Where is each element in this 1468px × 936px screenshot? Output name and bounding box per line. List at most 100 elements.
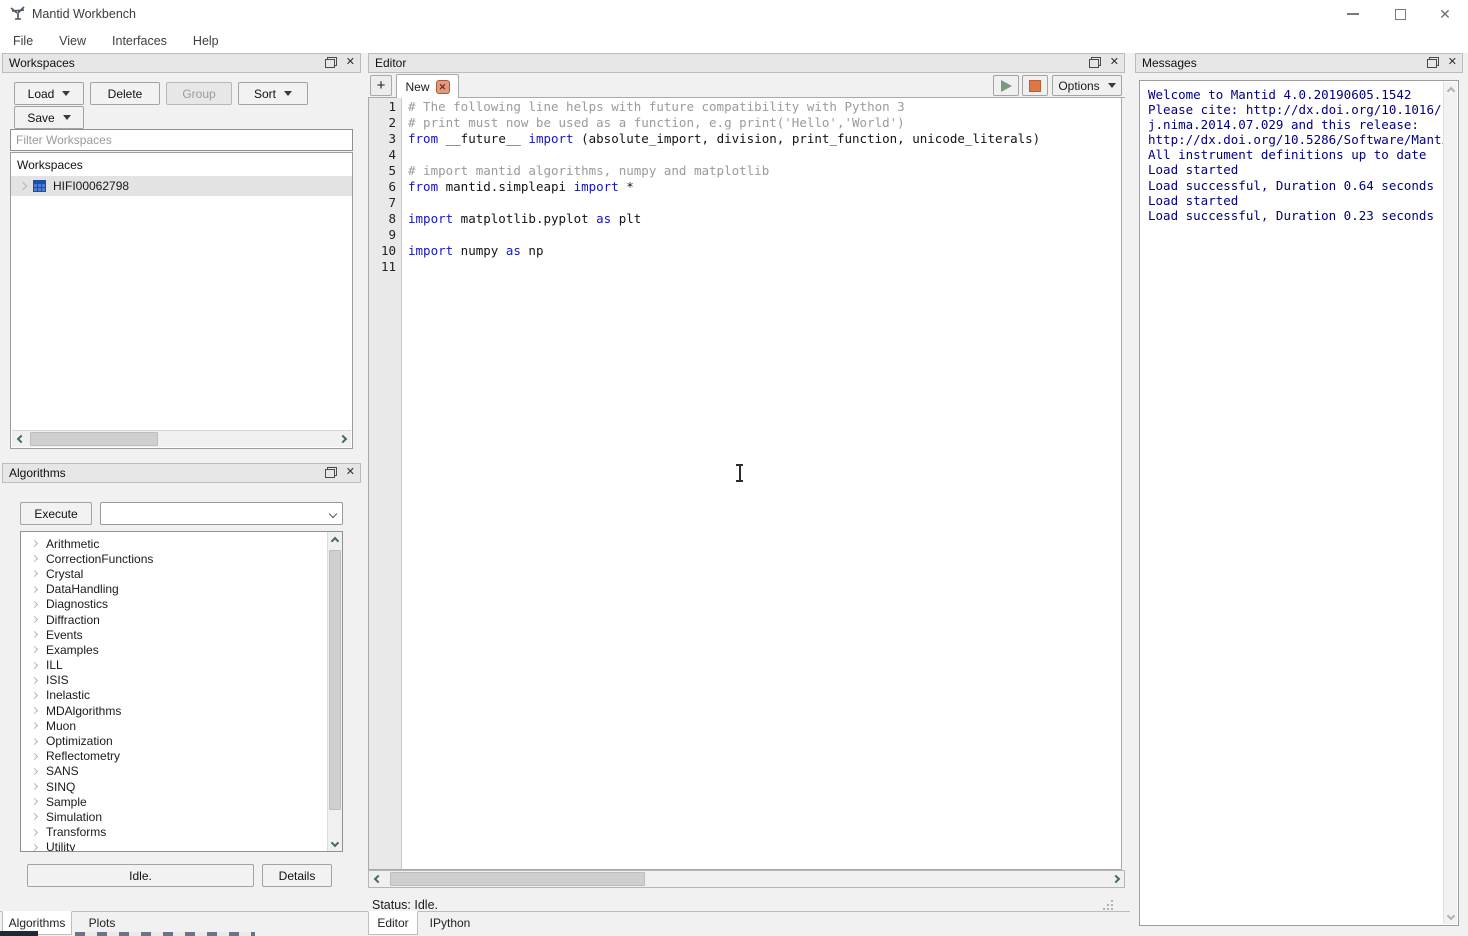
expand-chevron-icon[interactable] (31, 662, 38, 669)
stop-button[interactable] (1022, 75, 1048, 96)
menu-help[interactable]: Help (193, 34, 219, 48)
expand-chevron-icon[interactable] (31, 692, 38, 699)
scrollbar-track[interactable] (29, 431, 334, 448)
algorithm-category-crystal[interactable]: Crystal (21, 566, 342, 581)
float-panel-icon[interactable] (325, 57, 337, 68)
scrollbar-track[interactable] (386, 871, 1107, 888)
algorithm-category-arithmetic[interactable]: Arithmetic (21, 536, 342, 551)
mantid-workbench-window: Mantid Workbench ✕ FileViewInterfacesHel… (0, 0, 1468, 936)
new-tab-button[interactable]: + (370, 75, 392, 96)
expand-chevron-icon[interactable] (31, 829, 38, 836)
expand-chevron-icon[interactable] (31, 586, 38, 593)
algorithms-vertical-scrollbar[interactable] (327, 532, 342, 851)
algorithm-category-sinq[interactable]: SINQ (21, 779, 342, 794)
scroll-right-button[interactable] (1107, 871, 1124, 888)
expand-chevron-icon[interactable] (31, 737, 38, 744)
code-pane[interactable]: # The following line helps with future c… (408, 98, 1121, 869)
algorithm-category-ill[interactable]: ILL (21, 658, 342, 673)
float-panel-icon[interactable] (1089, 57, 1101, 68)
messages-vertical-scrollbar[interactable] (1443, 82, 1457, 924)
expand-chevron-icon[interactable] (31, 631, 38, 638)
tab-new-script[interactable]: New ✕ (396, 74, 459, 99)
close-button[interactable]: ✕ (1429, 3, 1461, 25)
scrollbar-thumb[interactable] (390, 872, 645, 886)
minimize-button[interactable] (1337, 3, 1369, 25)
algorithm-category-reflectometry[interactable]: Reflectometry (21, 749, 342, 764)
algorithm-search-combobox[interactable] (100, 502, 343, 525)
algorithm-category-correctionfunctions[interactable]: CorrectionFunctions (21, 551, 342, 566)
maximize-button[interactable] (1384, 3, 1416, 25)
expand-chevron-icon[interactable] (31, 753, 38, 760)
code-editor[interactable]: 1234567891011 # The following line helps… (368, 98, 1122, 870)
algorithm-category-simulation[interactable]: Simulation (21, 809, 342, 824)
scroll-right-button[interactable] (334, 431, 351, 448)
options-button[interactable]: Options (1052, 75, 1122, 96)
expand-chevron-icon[interactable] (31, 722, 38, 729)
expand-chevron-icon[interactable] (31, 768, 38, 775)
close-panel-icon[interactable]: ✕ (1110, 57, 1119, 68)
scroll-up-button[interactable] (1444, 83, 1458, 98)
workspace-row[interactable]: HIFI00062798 (11, 176, 352, 196)
algorithm-category-examples[interactable]: Examples (21, 642, 342, 657)
expand-chevron-icon[interactable] (31, 601, 38, 608)
line-number: 11 (369, 259, 396, 275)
tab-close-icon[interactable]: ✕ (436, 80, 450, 94)
float-panel-icon[interactable] (1427, 57, 1439, 68)
algorithm-category-optimization[interactable]: Optimization (21, 733, 342, 748)
algorithm-category-transforms[interactable]: Transforms (21, 825, 342, 840)
scrollbar-thumb[interactable] (329, 550, 341, 810)
expand-chevron-icon[interactable] (31, 555, 38, 562)
tab-ipython[interactable]: IPython (420, 911, 480, 935)
scroll-left-button[interactable] (12, 431, 29, 448)
algorithm-category-muon[interactable]: Muon (21, 718, 342, 733)
editor-horizontal-scrollbar[interactable] (368, 870, 1125, 888)
expand-chevron-icon[interactable] (31, 798, 38, 805)
expand-chevron-icon[interactable] (31, 813, 38, 820)
algorithm-category-isis[interactable]: ISIS (21, 673, 342, 688)
close-panel-icon[interactable]: ✕ (346, 57, 355, 68)
algorithm-category-diffraction[interactable]: Diffraction (21, 612, 342, 627)
menu-view[interactable]: View (59, 34, 86, 48)
expand-chevron-icon[interactable] (31, 570, 38, 577)
close-panel-icon[interactable]: ✕ (1448, 57, 1457, 68)
algorithm-category-diagnostics[interactable]: Diagnostics (21, 597, 342, 612)
expand-chevron-icon[interactable] (19, 182, 27, 190)
expand-chevron-icon[interactable] (31, 646, 38, 653)
algorithm-category-events[interactable]: Events (21, 627, 342, 642)
delete-button[interactable]: Delete (90, 82, 160, 105)
filter-workspaces-input[interactable] (10, 129, 353, 151)
scroll-left-button[interactable] (369, 871, 386, 888)
expand-chevron-icon[interactable] (31, 616, 38, 623)
expand-chevron-icon[interactable] (31, 540, 38, 547)
expand-chevron-icon[interactable] (31, 783, 38, 790)
workspaces-horizontal-scrollbar[interactable] (12, 430, 351, 447)
algorithm-category-datahandling[interactable]: DataHandling (21, 582, 342, 597)
minimize-icon (1347, 13, 1359, 15)
resize-grip[interactable] (1103, 900, 1115, 910)
run-button[interactable] (993, 75, 1019, 96)
tab-editor[interactable]: Editor (368, 911, 418, 935)
algorithm-category-inelastic[interactable]: Inelastic (21, 688, 342, 703)
sort-button[interactable]: Sort (238, 82, 308, 105)
float-panel-icon[interactable] (325, 467, 337, 478)
scroll-down-button[interactable] (1444, 908, 1458, 923)
scrollbar-thumb[interactable] (30, 432, 158, 446)
expand-chevron-icon[interactable] (31, 677, 38, 684)
details-button[interactable]: Details (262, 864, 332, 887)
expand-chevron-icon[interactable] (31, 707, 38, 714)
close-panel-icon[interactable]: ✕ (346, 467, 355, 478)
execute-button[interactable]: Execute (20, 502, 92, 525)
algorithm-category-sans[interactable]: SANS (21, 764, 342, 779)
algorithm-category-sample[interactable]: Sample (21, 794, 342, 809)
menu-interfaces[interactable]: Interfaces (112, 34, 167, 48)
algorithm-category-utility[interactable]: Utility (21, 840, 342, 852)
category-label: SANS (46, 764, 79, 778)
menu-file[interactable]: File (13, 34, 33, 48)
expand-chevron-icon[interactable] (31, 844, 38, 851)
algorithm-category-mdalgorithms[interactable]: MDAlgorithms (21, 703, 342, 718)
save-button[interactable]: Save (14, 106, 84, 129)
scroll-down-button[interactable] (328, 835, 342, 850)
algorithm-progress-button[interactable]: Idle. (27, 864, 254, 887)
load-button[interactable]: Load (14, 82, 84, 105)
scroll-up-button[interactable] (328, 533, 342, 548)
